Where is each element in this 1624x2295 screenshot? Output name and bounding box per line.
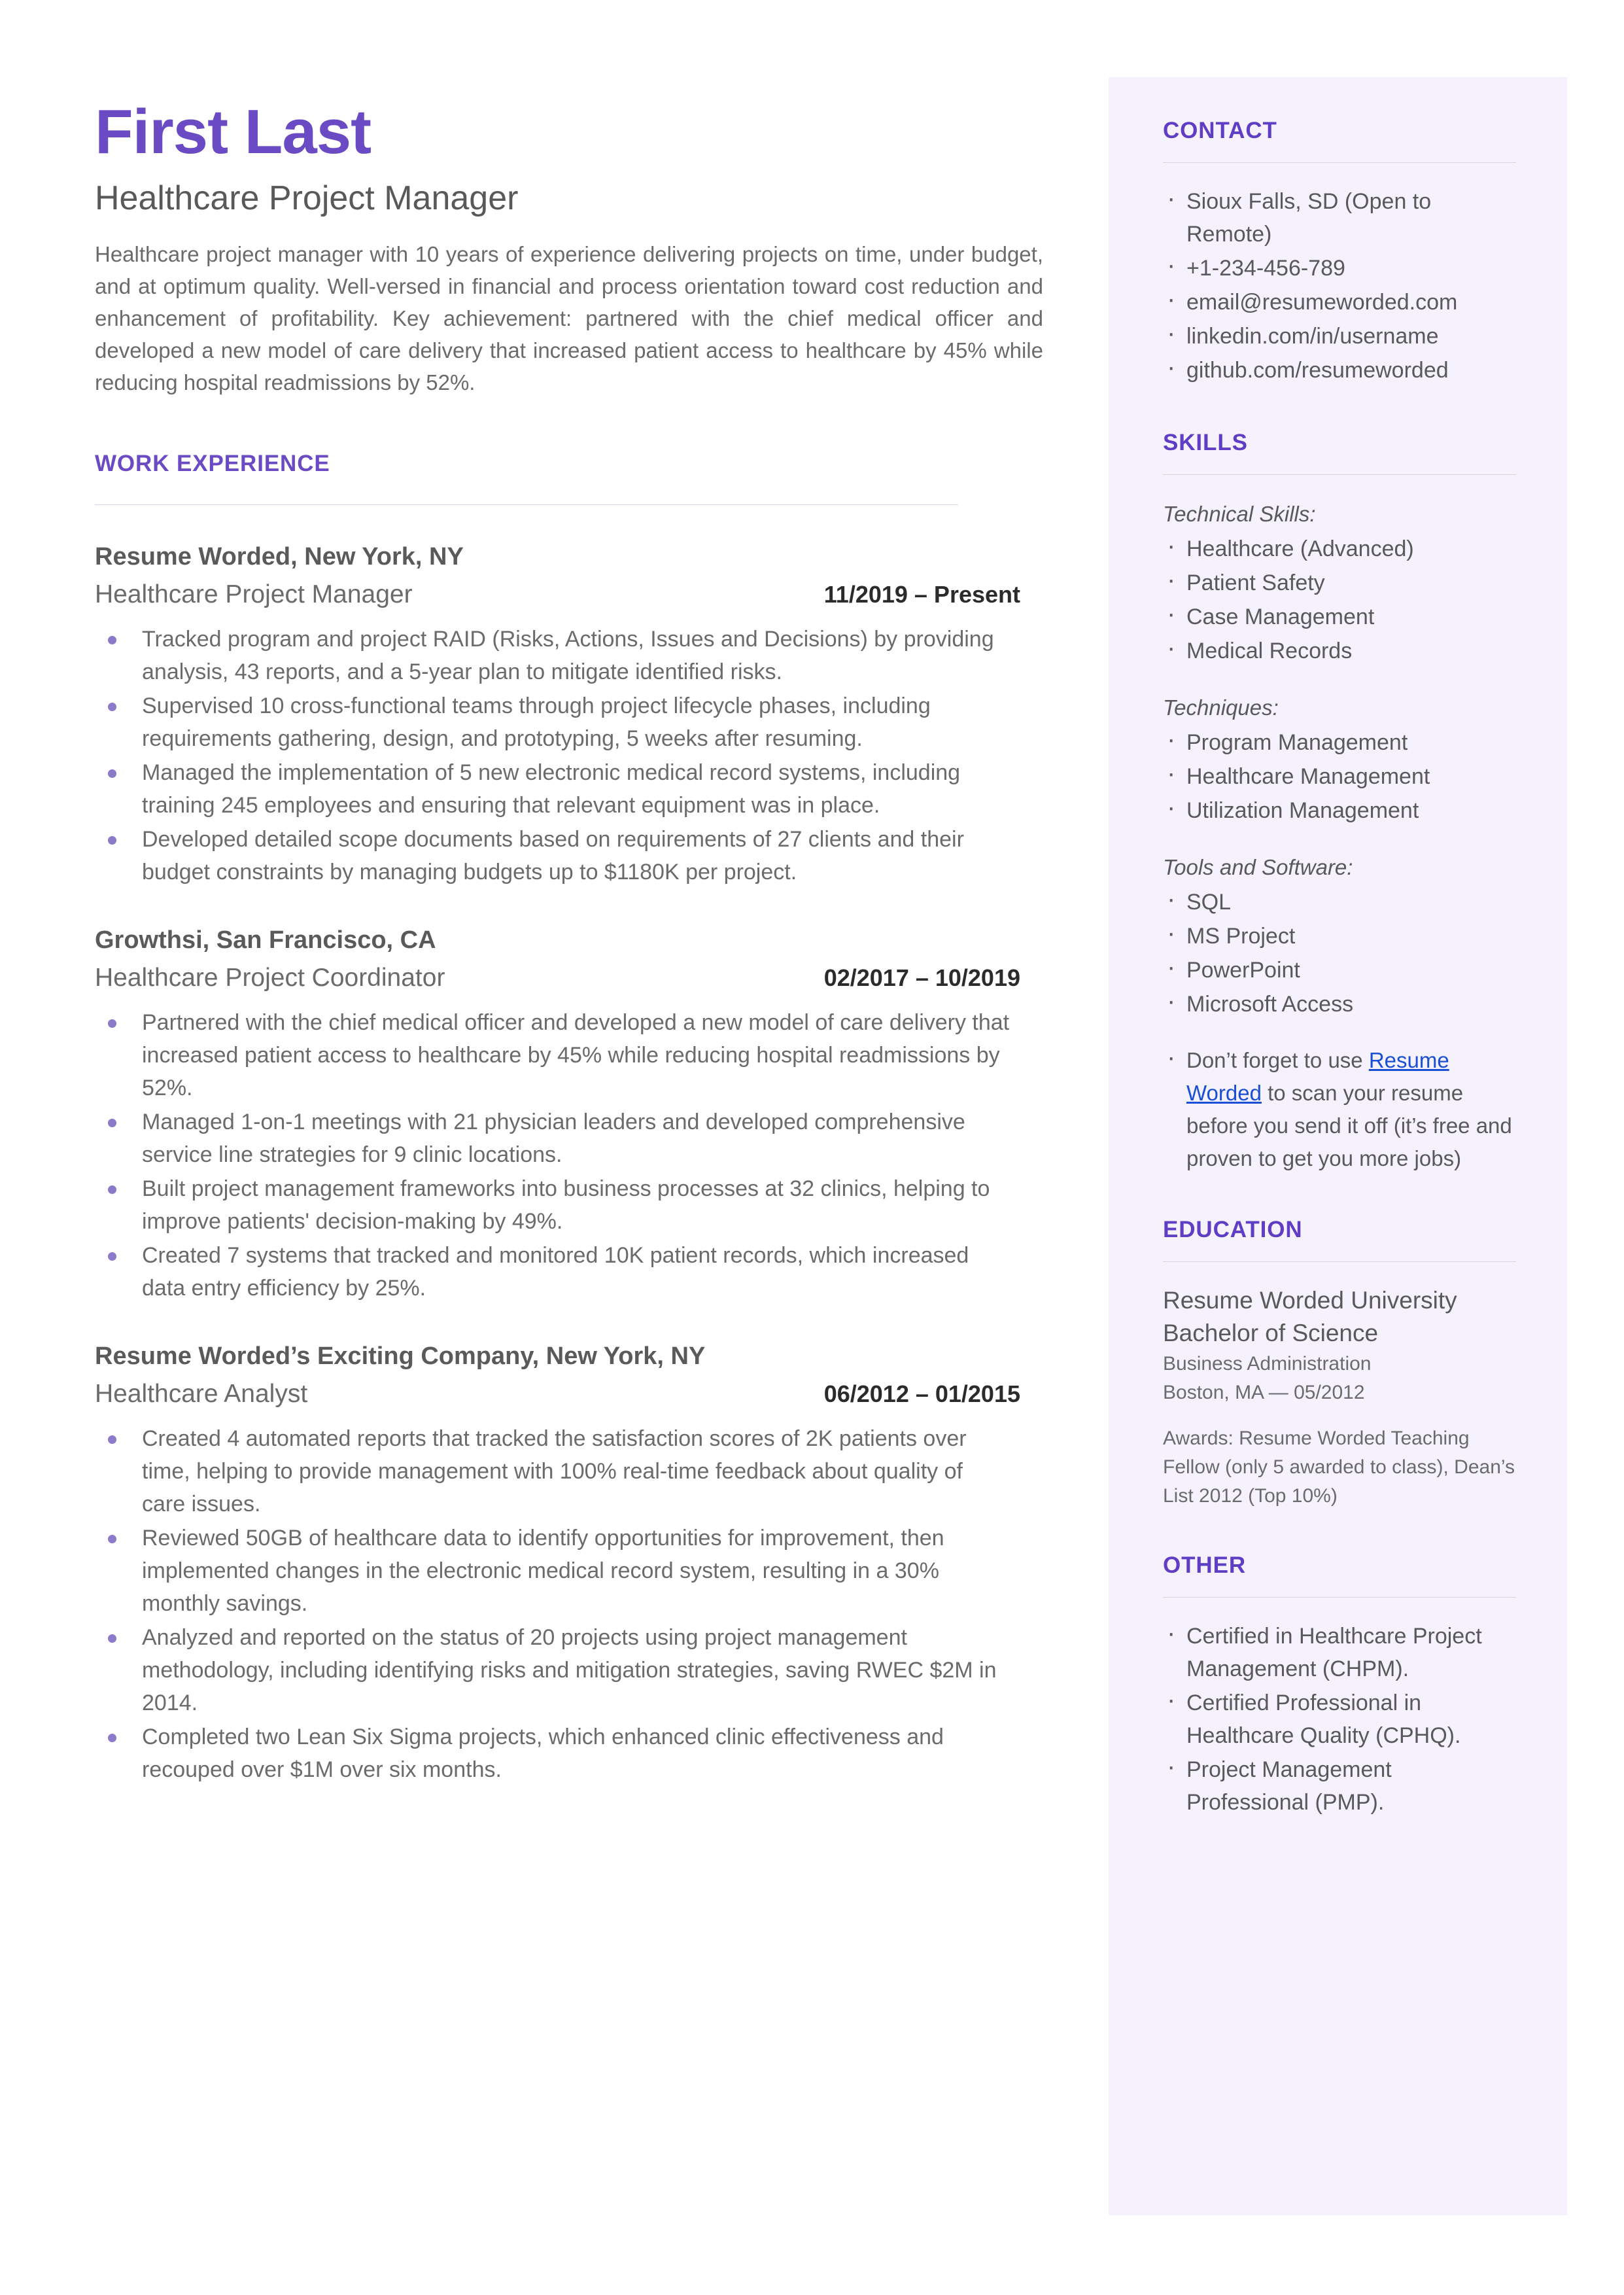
skill-item: Program Management [1163, 723, 1516, 759]
job-bullet: Partnered with the chief medical officer… [95, 1006, 1012, 1104]
work-experience-section-title: WORK EXPERIENCE [95, 451, 330, 476]
skill-item: Patient Safety [1163, 563, 1516, 599]
resume-page: CONTACT Sioux Falls, SD (Open to Remote)… [0, 0, 1624, 2295]
skill-item: Microsoft Access [1163, 985, 1516, 1021]
education-awards: Awards: Resume Worded Teaching Fellow (o… [1163, 1428, 1515, 1507]
contact-location: Sioux Falls, SD (Open to Remote) [1163, 182, 1516, 251]
job-title-row: Healthcare Project Manager 11/2019 – Pre… [95, 577, 1020, 612]
education-location-date: Boston, MA — 05/2012 [1163, 1382, 1365, 1403]
job-title: Healthcare Project Manager [95, 580, 413, 608]
skill-item: Case Management [1163, 597, 1516, 633]
job-company: Resume Worded, New York, NY [95, 543, 464, 570]
job-bullet: Developed detailed scope documents based… [95, 823, 1012, 888]
education-section: EDUCATION Resume Worded University Bache… [1163, 1217, 1516, 1511]
job-bullet: Analyzed and reported on the status of 2… [95, 1621, 1012, 1719]
job-bullet: Created 4 automated reports that tracked… [95, 1422, 1012, 1520]
education-divider [1163, 1261, 1516, 1262]
job-dates: 11/2019 – Present [823, 581, 1020, 608]
skill-item: Healthcare (Advanced) [1163, 529, 1516, 565]
contact-github[interactable]: github.com/resumeworded [1163, 351, 1516, 387]
education-section-title: EDUCATION [1163, 1217, 1303, 1242]
resume-worded-promo-note: Don’t forget to use Resume Worded to sca… [1163, 1041, 1516, 1175]
certification-item: Certified in Healthcare Project Manageme… [1163, 1617, 1516, 1685]
sidebar: CONTACT Sioux Falls, SD (Open to Remote)… [1109, 77, 1567, 2215]
job-bullet: Reviewed 50GB of healthcare data to iden… [95, 1522, 1012, 1620]
job-company: Growthsi, San Francisco, CA [95, 926, 436, 954]
skills-divider [1163, 474, 1516, 475]
main-column: First Last Healthcare Project Manager He… [95, 98, 1050, 1787]
skill-item: MS Project [1163, 917, 1516, 953]
job-title: Healthcare Analyst [95, 1380, 308, 1408]
job-bullet: Completed two Lean Six Sigma projects, w… [95, 1721, 1012, 1786]
skills-group-label-technical: Technical Skills: [1163, 502, 1316, 526]
candidate-name: First Last [95, 97, 371, 167]
job-bullet: Managed the implementation of 5 new elec… [95, 756, 1012, 822]
contact-section: CONTACT Sioux Falls, SD (Open to Remote)… [1163, 118, 1516, 387]
skills-list-techniques: Program Management Healthcare Management… [1163, 723, 1516, 827]
education-field: Business Administration [1163, 1353, 1372, 1375]
job-bullet: Tracked program and project RAID (Risks,… [95, 623, 1012, 688]
contact-list: Sioux Falls, SD (Open to Remote) +1-234-… [1163, 182, 1516, 387]
job-entry: Growthsi, San Francisco, CA Healthcare P… [95, 924, 1050, 1305]
certification-item: Project Management Professional (PMP). [1163, 1750, 1516, 1819]
other-section-title: OTHER [1163, 1552, 1246, 1578]
skills-section-title: SKILLS [1163, 430, 1248, 455]
skills-section: SKILLS Technical Skills: Healthcare (Adv… [1163, 430, 1516, 1175]
job-bullet: Built project management frameworks into… [95, 1172, 1012, 1238]
job-dates: 06/2012 – 01/2015 [823, 1380, 1020, 1407]
certification-item: Certified Professional in Healthcare Qua… [1163, 1683, 1516, 1752]
job-bullet: Supervised 10 cross-functional teams thr… [95, 690, 1012, 755]
skill-item: PowerPoint [1163, 951, 1516, 987]
job-dates: 02/2017 – 10/2019 [823, 964, 1020, 991]
job-bullet: Created 7 systems that tracked and monit… [95, 1239, 1012, 1305]
job-company: Resume Worded’s Exciting Company, New Yo… [95, 1342, 706, 1370]
contact-phone: +1-234-456-789 [1163, 249, 1516, 285]
candidate-headline: Healthcare Project Manager [95, 179, 519, 217]
other-section: OTHER Certified in Healthcare Project Ma… [1163, 1552, 1516, 1819]
skill-item: Healthcare Management [1163, 757, 1516, 793]
education-degree: Bachelor of Science [1163, 1320, 1379, 1346]
job-title-row: Healthcare Project Coordinator 02/2017 –… [95, 960, 1020, 996]
job-title-row: Healthcare Analyst 06/2012 – 01/2015 [95, 1376, 1020, 1412]
contact-section-title: CONTACT [1163, 118, 1277, 143]
contact-email[interactable]: email@resumeworded.com [1163, 283, 1516, 319]
job-bullet-list: Created 4 automated reports that tracked… [95, 1422, 1050, 1786]
promo-text-before: Don’t forget to use [1186, 1048, 1369, 1072]
skills-group-label-techniques: Techniques: [1163, 695, 1279, 720]
professional-summary: Healthcare project manager with 10 years… [95, 242, 1043, 394]
education-school: Resume Worded University [1163, 1287, 1457, 1314]
work-experience-divider [95, 504, 958, 505]
job-title: Healthcare Project Coordinator [95, 964, 445, 992]
skill-item: Utilization Management [1163, 791, 1516, 827]
skill-item: Medical Records [1163, 631, 1516, 667]
job-entry: Resume Worded, New York, NY Healthcare P… [95, 540, 1050, 888]
other-list: Certified in Healthcare Project Manageme… [1163, 1617, 1516, 1819]
skills-group-label-tools: Tools and Software: [1163, 855, 1353, 879]
contact-divider [1163, 162, 1516, 163]
contact-linkedin[interactable]: linkedin.com/in/username [1163, 317, 1516, 353]
job-bullet: Managed 1-on-1 meetings with 21 physicia… [95, 1106, 1012, 1171]
skills-list-tools: SQL MS Project PowerPoint Microsoft Acce… [1163, 883, 1516, 1021]
skills-list-technical: Healthcare (Advanced) Patient Safety Cas… [1163, 529, 1516, 667]
job-entry: Resume Worded’s Exciting Company, New Yo… [95, 1340, 1050, 1786]
skill-item: SQL [1163, 883, 1516, 919]
job-bullet-list: Tracked program and project RAID (Risks,… [95, 623, 1050, 888]
other-divider [1163, 1597, 1516, 1598]
job-bullet-list: Partnered with the chief medical officer… [95, 1006, 1050, 1305]
